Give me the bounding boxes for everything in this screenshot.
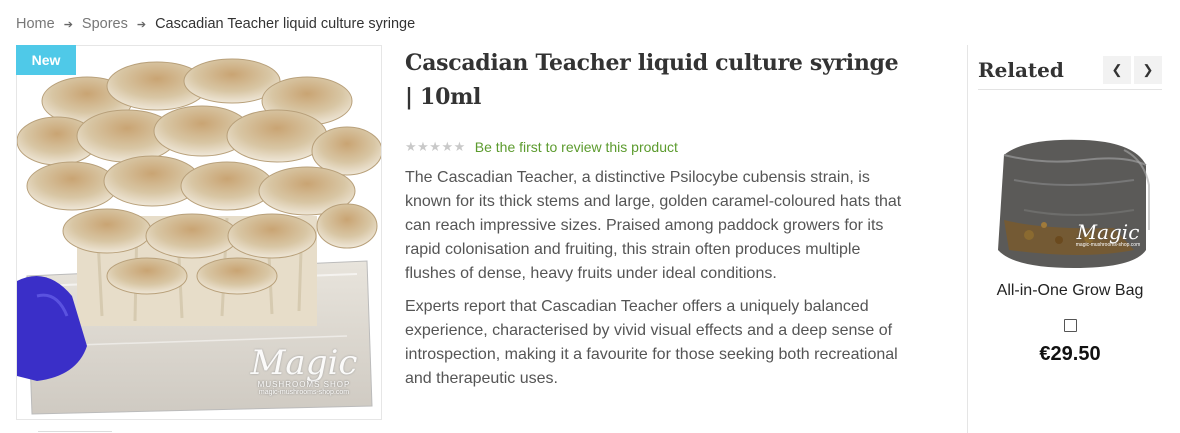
- related-products: Related ❮ ❯ Magic magic-mushrooms-shop.c…: [978, 50, 1162, 366]
- grow-bag-image[interactable]: Magic magic-mushrooms-shop.com: [984, 110, 1156, 280]
- column-divider: [967, 45, 968, 433]
- divider: [38, 431, 112, 432]
- carousel-nav: ❮ ❯: [1103, 55, 1162, 84]
- chevron-left-icon[interactable]: ❮: [1103, 55, 1131, 84]
- new-badge: New: [16, 45, 76, 75]
- related-header: Related ❮ ❯: [978, 50, 1162, 90]
- breadcrumb-home-link[interactable]: Home: [16, 16, 55, 32]
- description-paragraph: Experts report that Cascadian Teacher of…: [405, 298, 898, 387]
- product-description: The Cascadian Teacher, a distinctive Psi…: [405, 166, 905, 391]
- breadcrumb-spores-link[interactable]: Spores: [82, 16, 128, 32]
- first-review-link[interactable]: Be the first to review this product: [475, 139, 678, 155]
- rating-row: ★★★★★ Be the first to review this produc…: [405, 138, 905, 156]
- description-paragraph: The Cascadian Teacher, a distinctive Psi…: [405, 169, 902, 282]
- arrow-right-icon: ➔: [63, 18, 73, 31]
- product-info: Cascadian Teacher liquid culture syringe…: [405, 46, 905, 400]
- related-product-card[interactable]: Magic magic-mushrooms-shop.com All-in-On…: [978, 110, 1162, 366]
- related-product-price: €29.50: [1039, 343, 1101, 365]
- compare-checkbox[interactable]: [1063, 319, 1077, 332]
- chevron-right-icon[interactable]: ❯: [1134, 55, 1162, 84]
- related-product-name[interactable]: All-in-One Grow Bag: [978, 282, 1162, 300]
- product-title: Cascadian Teacher liquid culture syringe…: [405, 50, 899, 110]
- product-image[interactable]: Magic MUSHROOMS SHOP magic-mushrooms-sho…: [16, 45, 382, 420]
- arrow-right-icon: ➔: [136, 18, 147, 31]
- watermark-logo: Magic magic-mushrooms-shop.com: [1075, 220, 1141, 248]
- breadcrumb-current: Cascadian Teacher liquid culture syringe: [155, 16, 416, 32]
- grow-bag-photo: [998, 139, 1150, 268]
- rating-stars-icon: ★★★★★: [405, 139, 466, 154]
- related-title: Related: [978, 57, 1064, 82]
- breadcrumb: Home ➔ Spores ➔ Cascadian Teacher liquid…: [16, 14, 415, 34]
- watermark-logo: Magic MUSHROOMS SHOP magic-mushrooms-sho…: [250, 343, 358, 396]
